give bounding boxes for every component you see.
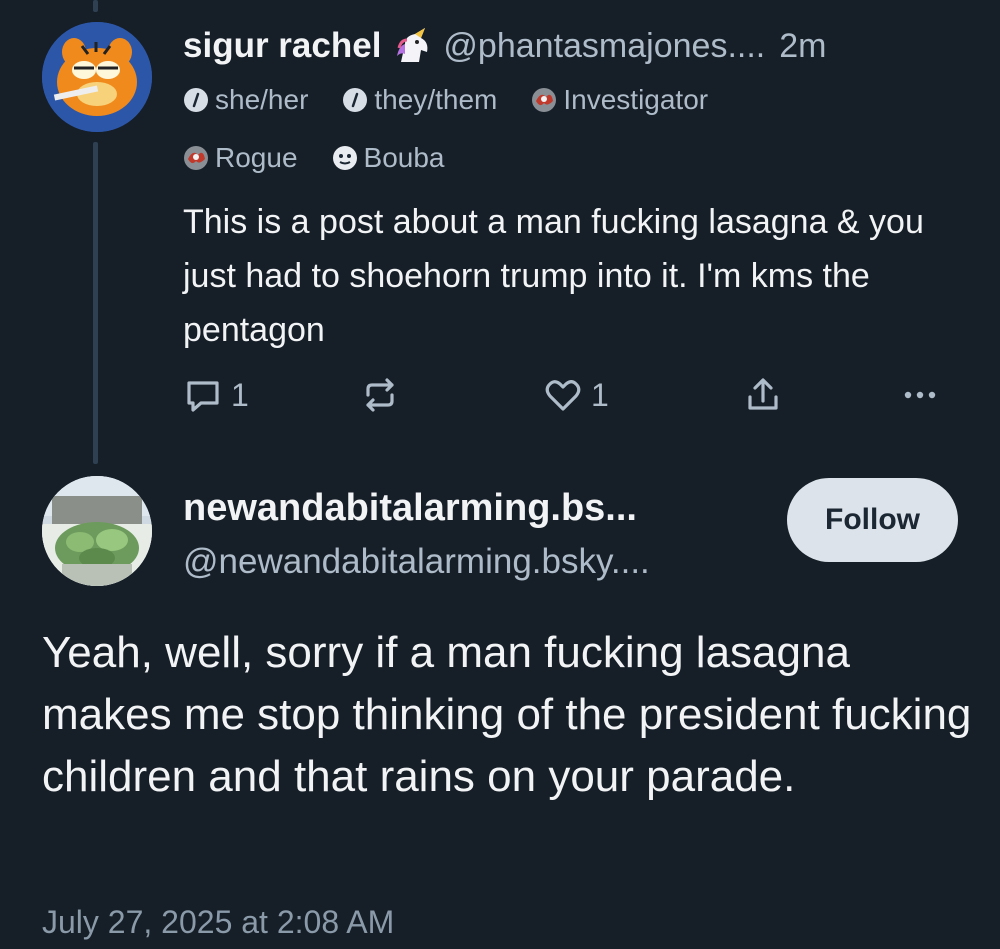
label-investigator[interactable]: Investigator	[531, 84, 708, 116]
emoji-badge-icon	[332, 146, 357, 170]
follow-button[interactable]: Follow	[787, 478, 958, 562]
more-icon	[904, 391, 936, 399]
label-text: they/them	[374, 84, 498, 115]
author-handle[interactable]: @phantasmajones....	[443, 27, 765, 66]
share-icon	[748, 378, 778, 410]
like-button[interactable]: 1	[543, 375, 609, 415]
label-text: Investigator	[563, 84, 709, 115]
more-options-button[interactable]	[900, 375, 940, 415]
post-text: Yeah, well, sorry if a man fucking lasag…	[42, 628, 972, 801]
reply-count: 1	[231, 376, 249, 413]
author-handle[interactable]: @newandabitalarming.bsky....	[183, 542, 650, 582]
post-timestamp: July 27, 2025 at 2:08 AM	[42, 904, 395, 940]
label-text: Bouba	[363, 142, 445, 173]
repost-button[interactable]	[360, 375, 400, 415]
post-time[interactable]: 2m	[779, 27, 826, 66]
label-pronoun-1[interactable]: she/her	[183, 84, 308, 116]
profile-labels-row2: Rogue Bouba	[183, 142, 478, 174]
display-name[interactable]: sigur rachel	[183, 26, 381, 66]
garfield-avatar-icon	[42, 22, 152, 132]
info-circle-icon	[343, 88, 368, 112]
avatar[interactable]	[42, 22, 152, 132]
reply-icon	[187, 381, 219, 412]
label-pronoun-2[interactable]: they/them	[342, 84, 497, 116]
share-button[interactable]	[743, 375, 783, 415]
label-bouba[interactable]: Bouba	[332, 142, 445, 174]
plant-photo-avatar-icon	[42, 476, 152, 586]
post-header: sigur rachel @phantasmajones.... 2m	[183, 24, 826, 68]
post-text: This is a post about a man fucking lasag…	[183, 203, 924, 349]
info-circle-icon	[184, 88, 208, 112]
thread-line	[93, 142, 98, 464]
display-name[interactable]: newandabitalarming.bs...	[183, 487, 637, 530]
label-text: Rogue	[215, 142, 298, 173]
unicorn-icon	[391, 26, 433, 66]
label-text: she/her	[215, 84, 309, 115]
avatar[interactable]	[42, 476, 152, 586]
thread-line-top	[93, 0, 98, 12]
avatar-badge-icon	[532, 88, 557, 112]
reply-button[interactable]: 1	[183, 375, 249, 415]
avatar-badge-icon	[184, 146, 208, 170]
like-icon	[545, 380, 581, 411]
profile-labels: she/her they/them Investigator	[183, 84, 742, 116]
like-count: 1	[591, 376, 609, 413]
label-rogue[interactable]: Rogue	[183, 142, 298, 174]
repost-icon	[366, 378, 394, 412]
